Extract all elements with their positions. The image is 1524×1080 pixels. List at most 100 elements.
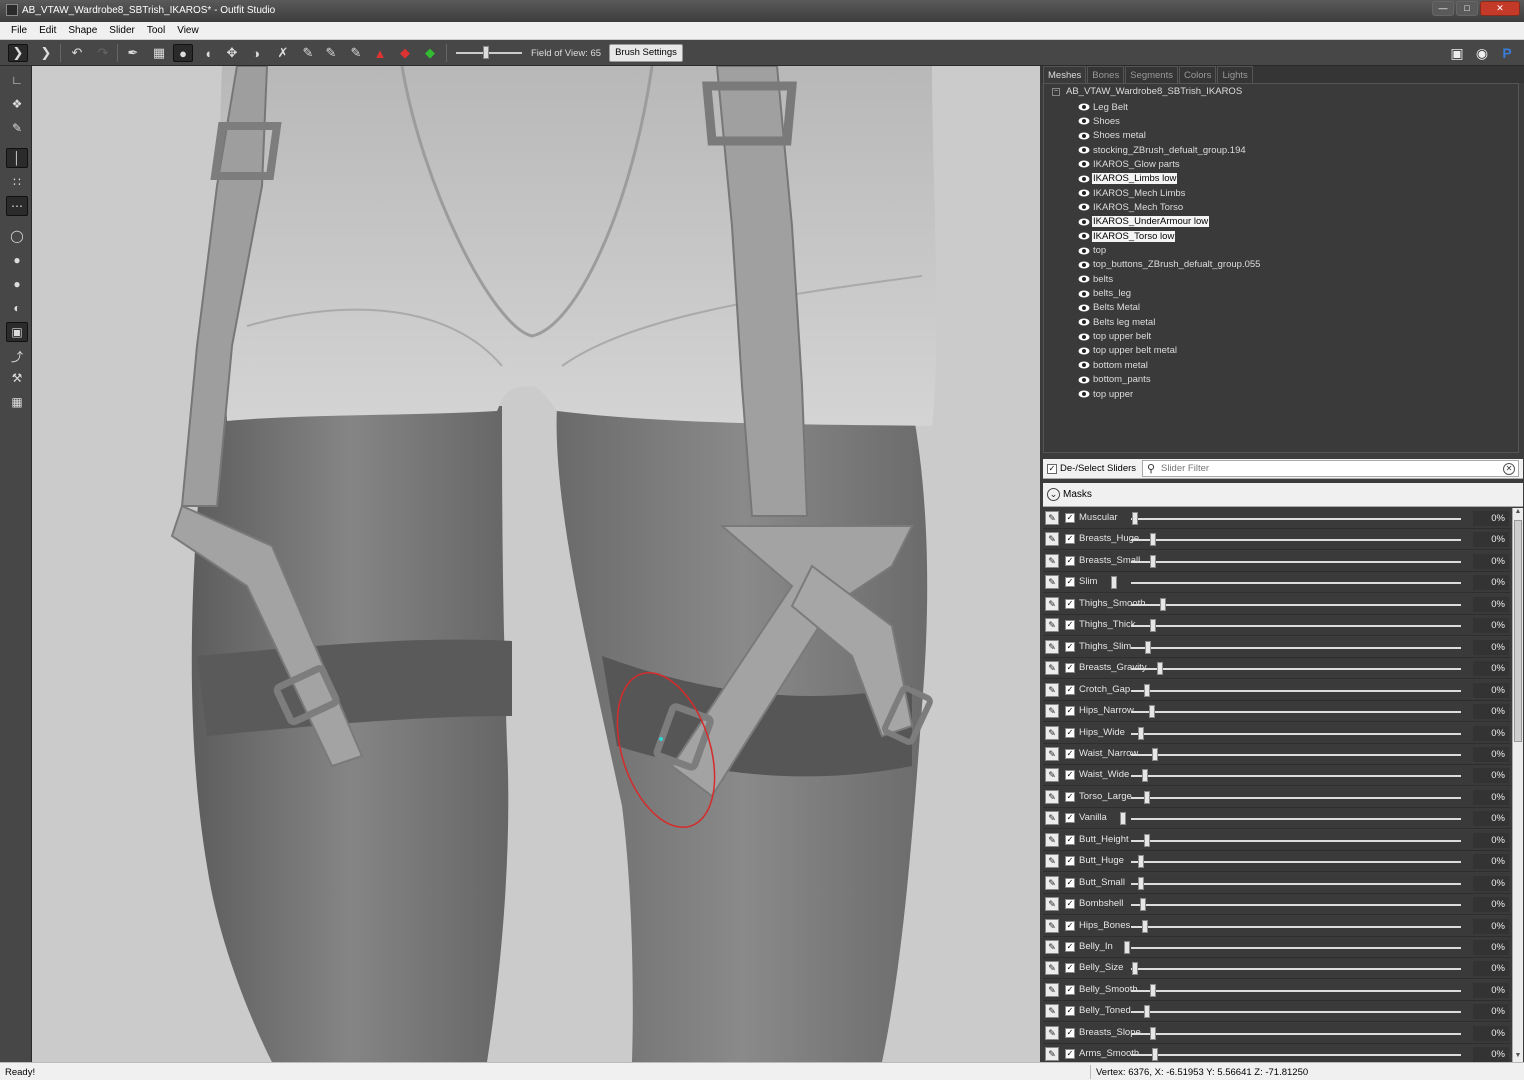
fov-slider-thumb[interactable]: [483, 46, 489, 59]
textures-icon[interactable]: ●: [6, 274, 28, 294]
slider-thumb[interactable]: [1150, 619, 1157, 633]
slider-checkbox[interactable]: ✓: [1065, 856, 1075, 867]
slider-checkbox[interactable]: ✓: [1065, 513, 1075, 523]
brush-settings-button[interactable]: Brush Settings: [609, 44, 683, 62]
slider-thumb[interactable]: [1120, 812, 1127, 826]
clear-filter-icon[interactable]: ✕: [1503, 463, 1515, 475]
slider-track[interactable]: [1131, 753, 1461, 756]
mesh-item[interactable]: top upper: [1078, 387, 1134, 401]
slider-row[interactable]: ✎ ✓ Hips_Wide 0%: [1043, 722, 1511, 744]
mesh-item[interactable]: IKAROS_Glow parts: [1078, 157, 1181, 171]
edit-slider-icon[interactable]: ✎: [1045, 682, 1059, 697]
mesh-item[interactable]: Shoes metal: [1078, 129, 1147, 143]
slider-row[interactable]: ✎ ✓ Thighs_Thick 0%: [1043, 615, 1511, 637]
slider-track[interactable]: [1131, 668, 1461, 671]
fov-slider-track[interactable]: [456, 52, 522, 54]
slider-row[interactable]: ✎ ✓ Breasts_Gravity 0%: [1043, 658, 1511, 680]
mesh-item[interactable]: top_buttons_ZBrush_defualt_group.055: [1078, 258, 1261, 272]
translate-icon[interactable]: ∟: [6, 70, 28, 90]
slider-thumb[interactable]: [1140, 898, 1147, 912]
eye-icon[interactable]: [1078, 347, 1090, 355]
bone-icon[interactable]: ⤴: [6, 346, 28, 366]
redo-icon[interactable]: ↷: [93, 44, 113, 62]
inflate-brush-icon[interactable]: ●: [173, 44, 193, 62]
slider-thumb[interactable]: [1148, 705, 1155, 719]
github-icon[interactable]: ◉: [1473, 45, 1491, 61]
slider-track[interactable]: [1131, 1054, 1461, 1057]
minimize-button[interactable]: —: [1432, 1, 1454, 16]
slider-track[interactable]: [1131, 689, 1461, 692]
slider-value[interactable]: 0%: [1473, 1025, 1509, 1041]
slider-row[interactable]: ✎ ✓ Slim 0%: [1043, 572, 1511, 594]
slider-thumb[interactable]: [1143, 683, 1150, 697]
slider-row[interactable]: ✎ ✓ Breasts_Huge 0%: [1043, 529, 1511, 551]
3d-viewport[interactable]: [32, 66, 1040, 1062]
slider-value[interactable]: 0%: [1473, 511, 1509, 526]
slider-row[interactable]: ✎ ✓ Muscular 0%: [1043, 508, 1511, 529]
mesh-tree-root[interactable]: − AB_VTAW_Wardrobe8_SBTrish_IKAROS: [1052, 86, 1242, 97]
slider-thumb[interactable]: [1156, 662, 1163, 676]
eye-icon[interactable]: [1078, 175, 1090, 183]
slider-track[interactable]: [1131, 1011, 1461, 1014]
slider-thumb[interactable]: [1145, 640, 1152, 654]
slider-track[interactable]: [1131, 539, 1461, 542]
slider-value[interactable]: 0%: [1473, 875, 1509, 891]
slider-thumb[interactable]: [1137, 855, 1144, 869]
slider-row[interactable]: ✎ ✓ Waist_Narrow 0%: [1043, 743, 1511, 765]
slider-value[interactable]: 0%: [1473, 897, 1509, 913]
wireframe-icon[interactable]: ◯: [6, 226, 28, 246]
title-bar[interactable]: AB_VTAW_Wardrobe8_SBTrish_IKAROS* - Outf…: [0, 0, 1524, 22]
slider-checkbox[interactable]: ✓: [1065, 813, 1075, 824]
edit-icon[interactable]: ✎: [6, 118, 28, 138]
slider-value[interactable]: 0%: [1473, 1047, 1509, 1062]
slider-value[interactable]: 0%: [1473, 768, 1509, 784]
eye-icon[interactable]: [1078, 361, 1090, 369]
slider-value[interactable]: 0%: [1473, 618, 1509, 634]
slider-thumb[interactable]: [1137, 876, 1144, 890]
slider-track[interactable]: [1131, 904, 1461, 907]
pen-icon[interactable]: ✎: [298, 44, 318, 62]
edit-slider-icon[interactable]: ✎: [1045, 532, 1059, 547]
slider-row[interactable]: ✎ ✓ Butt_Small 0%: [1043, 872, 1511, 894]
undo-icon[interactable]: ↶: [67, 44, 87, 62]
slider-checkbox[interactable]: ✓: [1065, 620, 1075, 631]
slider-track[interactable]: [1131, 796, 1461, 799]
slider-checkbox[interactable]: ✓: [1065, 899, 1075, 910]
slider-track[interactable]: [1131, 882, 1461, 885]
slider-checkbox[interactable]: ✓: [1065, 748, 1075, 759]
scroll-down-icon[interactable]: ▼: [1513, 1052, 1523, 1062]
slider-thumb[interactable]: [1132, 512, 1138, 525]
slider-track[interactable]: [1131, 839, 1461, 842]
mesh-item[interactable]: top upper belt: [1078, 330, 1152, 344]
mesh-item[interactable]: Belts Metal: [1078, 301, 1141, 315]
slider-value[interactable]: 0%: [1473, 746, 1509, 762]
collapse-vertex-icon[interactable]: ▲: [370, 44, 390, 62]
bone-list-icon[interactable]: ⚒: [6, 368, 28, 388]
mesh-item[interactable]: top: [1078, 244, 1107, 258]
slider-row[interactable]: ✎ ✓ Belly_In 0%: [1043, 937, 1511, 958]
edit-slider-icon[interactable]: ✎: [1045, 1047, 1059, 1062]
edit-slider-icon[interactable]: ✎: [1045, 661, 1059, 676]
mesh-view-icon[interactable]: ▣: [6, 322, 28, 342]
close-button[interactable]: ✕: [1480, 1, 1520, 16]
slider-value[interactable]: 0%: [1473, 1004, 1509, 1020]
slider-value[interactable]: 0%: [1473, 639, 1509, 655]
eye-icon[interactable]: [1078, 218, 1090, 226]
discord-icon[interactable]: ▣: [1448, 45, 1466, 61]
slider-value[interactable]: 0%: [1473, 961, 1509, 977]
edit-slider-icon[interactable]: ✎: [1045, 897, 1059, 912]
edit-slider-icon[interactable]: ✎: [1045, 553, 1059, 568]
slider-checkbox[interactable]: ✓: [1065, 663, 1075, 674]
slider-row[interactable]: ✎ ✓ Thighs_Slim 0%: [1043, 636, 1511, 658]
slider-track[interactable]: [1131, 560, 1461, 563]
scroll-up-icon[interactable]: ▲: [1513, 508, 1523, 518]
slider-checkbox[interactable]: ✓: [1065, 877, 1075, 888]
slider-track[interactable]: [1131, 775, 1461, 778]
edit-slider-icon[interactable]: ✎: [1045, 746, 1059, 761]
chevron-down-icon[interactable]: ⌄: [1047, 488, 1060, 501]
pin-icon[interactable]: ❖: [6, 94, 28, 114]
slider-checkbox[interactable]: ✓: [1065, 942, 1075, 952]
collapse-icon[interactable]: −: [1052, 87, 1060, 96]
edit-slider-icon[interactable]: ✎: [1045, 639, 1059, 654]
slider-checkbox[interactable]: ✓: [1065, 1006, 1075, 1017]
